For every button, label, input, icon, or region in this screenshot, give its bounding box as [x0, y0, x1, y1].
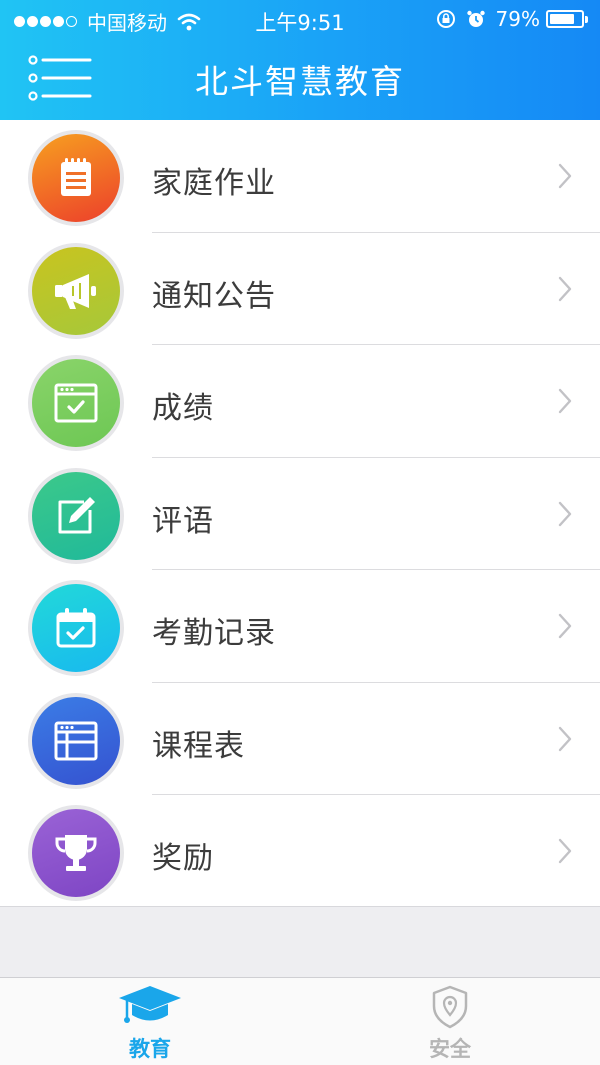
status-bar: 中国移动 上午9:51 79%: [0, 0, 600, 40]
chevron-right-icon: [558, 613, 572, 639]
browser-check-icon: [54, 383, 98, 423]
wifi-icon: [177, 13, 201, 30]
app-header: 中国移动 上午9:51 79% 北斗智慧教育: [0, 0, 600, 120]
chevron-right-icon: [558, 163, 572, 189]
battery-icon: [546, 10, 588, 28]
status-left: 中国移动: [14, 7, 201, 36]
feature-list: 家庭作业 通知公告 成绩 评语 考勤记录 课程表 奖励: [0, 120, 600, 907]
rotation-lock-icon: [436, 10, 455, 28]
icon-badge: [28, 130, 124, 226]
battery-percent: 79%: [495, 7, 540, 31]
list-item-label: 奖励: [152, 841, 214, 876]
chevron-right-icon: [558, 501, 572, 526]
chevron-right-icon: [558, 838, 572, 864]
signal-strength-icon: [14, 16, 79, 27]
tab-bar: 教育 安全: [0, 977, 600, 1065]
chevron-right-icon: [558, 388, 572, 414]
list-item-label: 通知公告: [152, 278, 276, 314]
edit-icon: [58, 496, 95, 533]
icon-badge: [28, 580, 124, 676]
list-item-comments[interactable]: 评语: [0, 458, 600, 570]
megaphone-icon: [55, 273, 96, 309]
notepad-icon: [61, 158, 91, 196]
list-item-notice[interactable]: 通知公告: [0, 233, 600, 345]
icon-badge: [28, 467, 124, 564]
list-item-attendance[interactable]: 考勤记录: [0, 570, 600, 683]
list-item-label: 考勤记录: [152, 616, 276, 651]
list-item-label: 家庭作业: [152, 166, 276, 201]
carrier-name: 中国移动: [87, 11, 167, 35]
tab-label: 教育: [129, 1037, 171, 1061]
alarm-icon: [466, 10, 485, 27]
shield-location-icon: [432, 985, 468, 1029]
icon-badge: [28, 805, 124, 901]
chevron-right-icon: [558, 276, 572, 301]
graduation-cap-icon: [119, 986, 181, 1023]
timetable-icon: [54, 721, 98, 760]
list-item-homework[interactable]: 家庭作业: [0, 120, 600, 233]
trophy-icon: [55, 835, 97, 871]
menu-icon[interactable]: [28, 54, 92, 104]
calendar-check-icon: [56, 608, 96, 648]
list-item-label: 评语: [152, 503, 214, 539]
list-item-grades[interactable]: 成绩: [0, 345, 600, 458]
tab-label: 安全: [429, 1037, 471, 1061]
list-item-label: 课程表: [152, 728, 245, 764]
icon-badge: [28, 692, 124, 789]
list-item-timetable[interactable]: 课程表: [0, 683, 600, 795]
list-item-label: 成绩: [152, 391, 214, 426]
tab-safety[interactable]: 安全: [300, 978, 600, 1065]
chevron-right-icon: [558, 726, 572, 751]
icon-badge: [28, 242, 124, 339]
status-right: 79%: [436, 7, 588, 31]
list-item-rewards[interactable]: 奖励: [0, 795, 600, 908]
icon-badge: [28, 355, 124, 451]
tab-education[interactable]: 教育: [0, 978, 300, 1065]
